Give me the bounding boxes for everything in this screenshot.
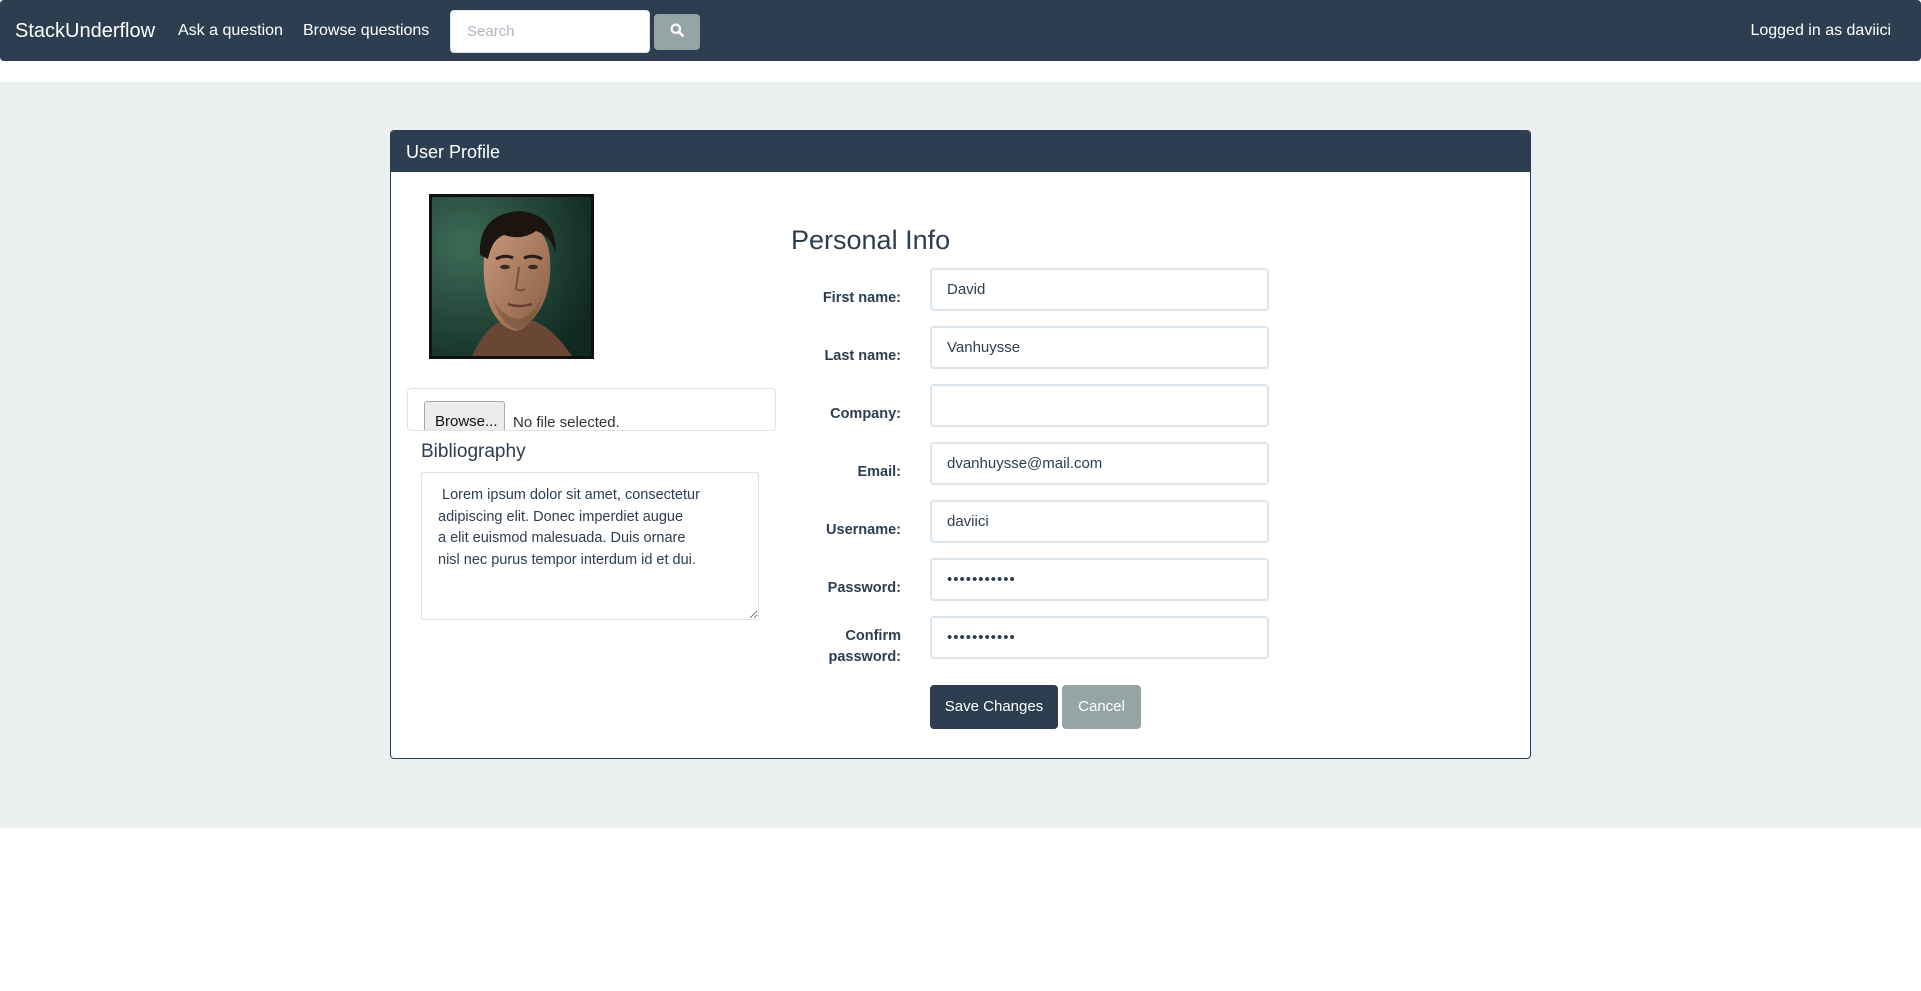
confirm-password-label-line1: Confirm [845, 628, 901, 644]
bio-label: Bibliography [421, 441, 526, 462]
confirm-password-label-line2: password: [828, 649, 901, 665]
confirm-password-field[interactable] [930, 616, 1269, 659]
ask-question-link[interactable]: Ask a question [178, 21, 283, 41]
personal-info-title: Personal Info [791, 225, 951, 255]
file-upload-field[interactable]: Browse... No file selected. [407, 388, 776, 431]
brand-link[interactable]: StackUnderflow [15, 19, 155, 43]
password-label: Password: [827, 580, 901, 596]
password-field[interactable] [930, 558, 1269, 601]
first-name-field[interactable] [930, 268, 1269, 311]
search-button[interactable] [654, 14, 700, 50]
panel-title: User Profile [391, 131, 1530, 172]
avatar [429, 194, 594, 359]
browse-questions-link[interactable]: Browse questions [303, 21, 429, 41]
browse-button[interactable]: Browse... [424, 401, 505, 430]
file-status-text: No file selected. [513, 414, 620, 431]
user-avatar-icon [432, 197, 591, 356]
email-label: Email: [857, 464, 901, 480]
user-profile-panel: User Profile Browse... No file selected.… [390, 130, 1531, 759]
first-name-label: First name: [822, 290, 901, 306]
logged-in-user-text[interactable]: Logged in as daviici [1750, 21, 1891, 41]
company-label: Company: [830, 406, 901, 422]
last-name-field[interactable] [930, 326, 1269, 369]
search-icon [670, 23, 684, 42]
cancel-button[interactable]: Cancel [1062, 685, 1141, 729]
username-label: Username: [826, 522, 901, 538]
search-input[interactable] [450, 10, 650, 53]
save-changes-button[interactable]: Save Changes [930, 685, 1058, 729]
username-field[interactable] [930, 500, 1269, 543]
email-field[interactable] [930, 442, 1269, 485]
bio-textarea[interactable]: Lorem ipsum dolor sit amet, consectetur … [421, 472, 759, 620]
top-navbar: StackUnderflow Ask a question Browse que… [0, 0, 1921, 61]
company-field[interactable] [930, 384, 1269, 427]
last-name-label: Last name: [824, 348, 901, 364]
